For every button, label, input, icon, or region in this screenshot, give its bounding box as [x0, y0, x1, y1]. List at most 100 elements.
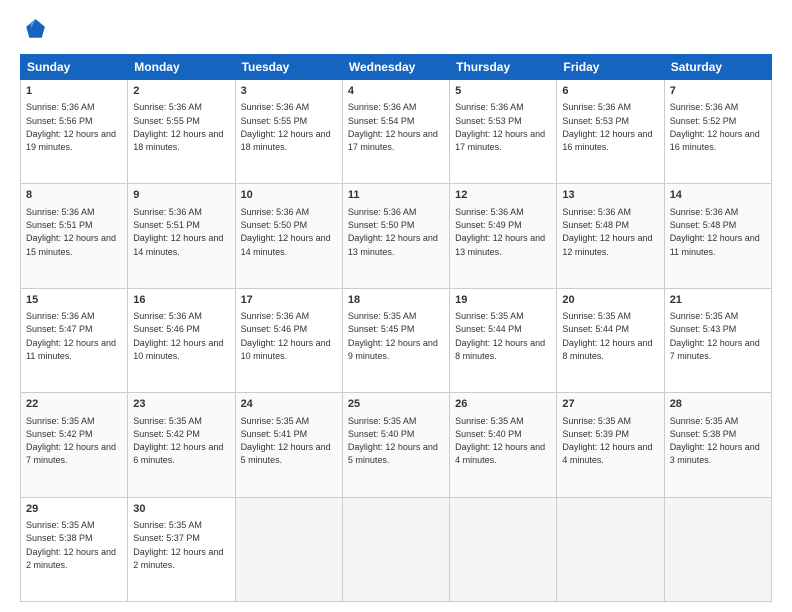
- calendar-day-cell: 22 Sunrise: 5:35 AMSunset: 5:42 PMDaylig…: [21, 393, 128, 497]
- day-number: 21: [670, 293, 766, 308]
- header: [20, 16, 772, 44]
- day-info: Sunrise: 5:35 AMSunset: 5:41 PMDaylight:…: [241, 416, 331, 466]
- day-number: 10: [241, 188, 337, 203]
- day-info: Sunrise: 5:36 AMSunset: 5:50 PMDaylight:…: [241, 207, 331, 257]
- calendar-day-cell: 10 Sunrise: 5:36 AMSunset: 5:50 PMDaylig…: [235, 184, 342, 288]
- calendar-week-row: 15 Sunrise: 5:36 AMSunset: 5:47 PMDaylig…: [21, 288, 772, 392]
- calendar-table: SundayMondayTuesdayWednesdayThursdayFrid…: [20, 54, 772, 602]
- calendar-day-cell: 4 Sunrise: 5:36 AMSunset: 5:54 PMDayligh…: [342, 80, 449, 184]
- calendar-weekday-header: Sunday: [21, 55, 128, 80]
- calendar-day-cell: 27 Sunrise: 5:35 AMSunset: 5:39 PMDaylig…: [557, 393, 664, 497]
- calendar-day-cell: [450, 497, 557, 601]
- calendar-day-cell: 28 Sunrise: 5:35 AMSunset: 5:38 PMDaylig…: [664, 393, 771, 497]
- logo-icon: [20, 16, 48, 44]
- day-number: 29: [26, 502, 122, 517]
- day-number: 7: [670, 84, 766, 99]
- day-number: 16: [133, 293, 229, 308]
- calendar-day-cell: 15 Sunrise: 5:36 AMSunset: 5:47 PMDaylig…: [21, 288, 128, 392]
- day-number: 24: [241, 397, 337, 412]
- calendar-weekday-header: Thursday: [450, 55, 557, 80]
- calendar-week-row: 8 Sunrise: 5:36 AMSunset: 5:51 PMDayligh…: [21, 184, 772, 288]
- day-info: Sunrise: 5:36 AMSunset: 5:52 PMDaylight:…: [670, 102, 760, 152]
- day-info: Sunrise: 5:35 AMSunset: 5:45 PMDaylight:…: [348, 311, 438, 361]
- day-info: Sunrise: 5:35 AMSunset: 5:42 PMDaylight:…: [26, 416, 116, 466]
- calendar-day-cell: 21 Sunrise: 5:35 AMSunset: 5:43 PMDaylig…: [664, 288, 771, 392]
- day-number: 15: [26, 293, 122, 308]
- day-info: Sunrise: 5:35 AMSunset: 5:38 PMDaylight:…: [26, 520, 116, 570]
- day-number: 18: [348, 293, 444, 308]
- calendar-day-cell: 1 Sunrise: 5:36 AMSunset: 5:56 PMDayligh…: [21, 80, 128, 184]
- calendar-weekday-header: Wednesday: [342, 55, 449, 80]
- calendar-day-cell: 12 Sunrise: 5:36 AMSunset: 5:49 PMDaylig…: [450, 184, 557, 288]
- calendar-day-cell: 6 Sunrise: 5:36 AMSunset: 5:53 PMDayligh…: [557, 80, 664, 184]
- calendar-day-cell: 14 Sunrise: 5:36 AMSunset: 5:48 PMDaylig…: [664, 184, 771, 288]
- day-number: 14: [670, 188, 766, 203]
- day-info: Sunrise: 5:36 AMSunset: 5:48 PMDaylight:…: [562, 207, 652, 257]
- calendar-day-cell: 8 Sunrise: 5:36 AMSunset: 5:51 PMDayligh…: [21, 184, 128, 288]
- calendar-weekday-header: Tuesday: [235, 55, 342, 80]
- day-info: Sunrise: 5:36 AMSunset: 5:53 PMDaylight:…: [455, 102, 545, 152]
- day-number: 2: [133, 84, 229, 99]
- day-info: Sunrise: 5:36 AMSunset: 5:46 PMDaylight:…: [241, 311, 331, 361]
- calendar-day-cell: 9 Sunrise: 5:36 AMSunset: 5:51 PMDayligh…: [128, 184, 235, 288]
- calendar-day-cell: [235, 497, 342, 601]
- day-number: 23: [133, 397, 229, 412]
- calendar-day-cell: 20 Sunrise: 5:35 AMSunset: 5:44 PMDaylig…: [557, 288, 664, 392]
- day-info: Sunrise: 5:35 AMSunset: 5:37 PMDaylight:…: [133, 520, 223, 570]
- calendar-day-cell: 5 Sunrise: 5:36 AMSunset: 5:53 PMDayligh…: [450, 80, 557, 184]
- day-number: 20: [562, 293, 658, 308]
- calendar-weekday-header: Saturday: [664, 55, 771, 80]
- page: SundayMondayTuesdayWednesdayThursdayFrid…: [0, 0, 792, 612]
- day-info: Sunrise: 5:35 AMSunset: 5:40 PMDaylight:…: [348, 416, 438, 466]
- calendar-day-cell: 17 Sunrise: 5:36 AMSunset: 5:46 PMDaylig…: [235, 288, 342, 392]
- day-info: Sunrise: 5:35 AMSunset: 5:44 PMDaylight:…: [455, 311, 545, 361]
- calendar-day-cell: 16 Sunrise: 5:36 AMSunset: 5:46 PMDaylig…: [128, 288, 235, 392]
- calendar-day-cell: 29 Sunrise: 5:35 AMSunset: 5:38 PMDaylig…: [21, 497, 128, 601]
- calendar-day-cell: 30 Sunrise: 5:35 AMSunset: 5:37 PMDaylig…: [128, 497, 235, 601]
- calendar-weekday-header: Monday: [128, 55, 235, 80]
- day-info: Sunrise: 5:36 AMSunset: 5:48 PMDaylight:…: [670, 207, 760, 257]
- calendar-day-cell: 25 Sunrise: 5:35 AMSunset: 5:40 PMDaylig…: [342, 393, 449, 497]
- calendar-day-cell: 11 Sunrise: 5:36 AMSunset: 5:50 PMDaylig…: [342, 184, 449, 288]
- day-info: Sunrise: 5:36 AMSunset: 5:51 PMDaylight:…: [133, 207, 223, 257]
- day-number: 1: [26, 84, 122, 99]
- day-number: 12: [455, 188, 551, 203]
- calendar-day-cell: 19 Sunrise: 5:35 AMSunset: 5:44 PMDaylig…: [450, 288, 557, 392]
- day-info: Sunrise: 5:36 AMSunset: 5:55 PMDaylight:…: [241, 102, 331, 152]
- day-info: Sunrise: 5:35 AMSunset: 5:43 PMDaylight:…: [670, 311, 760, 361]
- day-info: Sunrise: 5:36 AMSunset: 5:46 PMDaylight:…: [133, 311, 223, 361]
- calendar-day-cell: 23 Sunrise: 5:35 AMSunset: 5:42 PMDaylig…: [128, 393, 235, 497]
- day-number: 8: [26, 188, 122, 203]
- day-info: Sunrise: 5:36 AMSunset: 5:47 PMDaylight:…: [26, 311, 116, 361]
- day-number: 5: [455, 84, 551, 99]
- day-info: Sunrise: 5:36 AMSunset: 5:50 PMDaylight:…: [348, 207, 438, 257]
- calendar-day-cell: 24 Sunrise: 5:35 AMSunset: 5:41 PMDaylig…: [235, 393, 342, 497]
- day-info: Sunrise: 5:35 AMSunset: 5:39 PMDaylight:…: [562, 416, 652, 466]
- logo: [20, 16, 52, 44]
- day-number: 22: [26, 397, 122, 412]
- day-info: Sunrise: 5:35 AMSunset: 5:40 PMDaylight:…: [455, 416, 545, 466]
- day-number: 9: [133, 188, 229, 203]
- calendar-week-row: 29 Sunrise: 5:35 AMSunset: 5:38 PMDaylig…: [21, 497, 772, 601]
- day-number: 3: [241, 84, 337, 99]
- day-number: 30: [133, 502, 229, 517]
- day-number: 26: [455, 397, 551, 412]
- day-number: 27: [562, 397, 658, 412]
- calendar-day-cell: [557, 497, 664, 601]
- calendar-day-cell: 3 Sunrise: 5:36 AMSunset: 5:55 PMDayligh…: [235, 80, 342, 184]
- day-info: Sunrise: 5:36 AMSunset: 5:54 PMDaylight:…: [348, 102, 438, 152]
- calendar-week-row: 22 Sunrise: 5:35 AMSunset: 5:42 PMDaylig…: [21, 393, 772, 497]
- calendar-day-cell: 7 Sunrise: 5:36 AMSunset: 5:52 PMDayligh…: [664, 80, 771, 184]
- calendar-day-cell: 26 Sunrise: 5:35 AMSunset: 5:40 PMDaylig…: [450, 393, 557, 497]
- day-number: 25: [348, 397, 444, 412]
- day-number: 6: [562, 84, 658, 99]
- calendar-header-row: SundayMondayTuesdayWednesdayThursdayFrid…: [21, 55, 772, 80]
- day-info: Sunrise: 5:36 AMSunset: 5:55 PMDaylight:…: [133, 102, 223, 152]
- day-info: Sunrise: 5:35 AMSunset: 5:42 PMDaylight:…: [133, 416, 223, 466]
- calendar-day-cell: [342, 497, 449, 601]
- day-number: 19: [455, 293, 551, 308]
- calendar-day-cell: 18 Sunrise: 5:35 AMSunset: 5:45 PMDaylig…: [342, 288, 449, 392]
- calendar-day-cell: [664, 497, 771, 601]
- calendar-weekday-header: Friday: [557, 55, 664, 80]
- day-info: Sunrise: 5:35 AMSunset: 5:44 PMDaylight:…: [562, 311, 652, 361]
